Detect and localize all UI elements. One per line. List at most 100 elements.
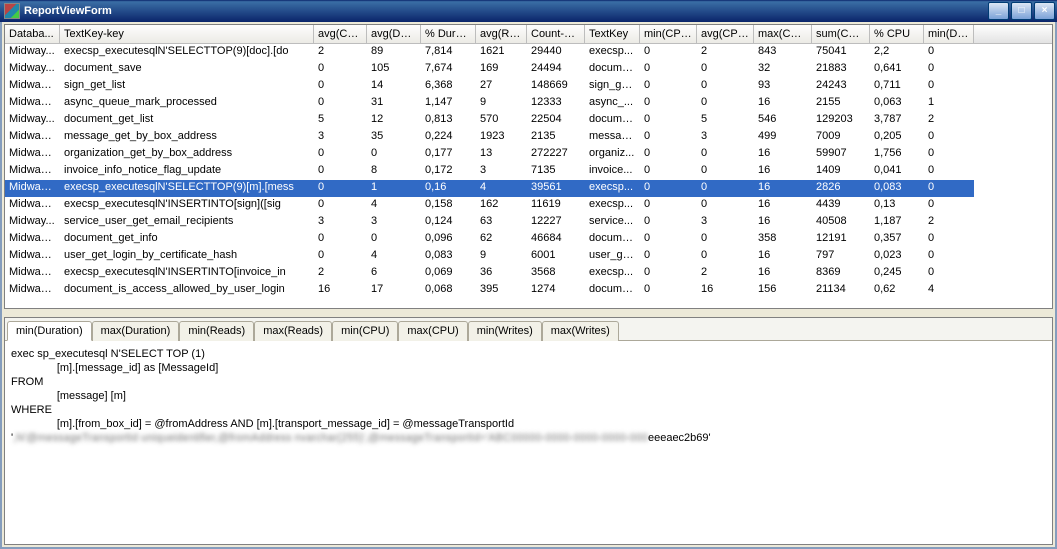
cell: 13 — [476, 146, 527, 163]
cell: 2 — [314, 44, 367, 61]
cell: 0,357 — [870, 231, 924, 248]
table-row[interactable]: MidwayE...async_queue_mark_processed0311… — [5, 95, 1052, 112]
column-header[interactable]: sum(CPU) — [812, 25, 870, 43]
data-grid[interactable]: Databa...TextKey-keyavg(CP...avg(Dur...%… — [4, 24, 1053, 309]
table-row[interactable]: MidwayE...message_get_by_box_address3350… — [5, 129, 1052, 146]
cell: 0 — [697, 163, 754, 180]
table-row[interactable]: MidwayE...user_get_login_by_certificate_… — [5, 248, 1052, 265]
cell: 16 — [754, 248, 812, 265]
column-header[interactable]: Count-key — [527, 25, 585, 43]
table-row[interactable]: MidwayE...execsp_executesqlN'INSERTINTO[… — [5, 197, 1052, 214]
column-header[interactable]: % Durati... — [421, 25, 476, 43]
tab-maxreads[interactable]: max(Reads) — [254, 321, 332, 341]
cell: MidwayE... — [5, 78, 60, 95]
titlebar[interactable]: ReportViewForm _ □ × — [0, 0, 1057, 22]
cell: service... — [585, 214, 640, 231]
cell: 12227 — [527, 214, 585, 231]
column-header[interactable]: TextKey-key — [60, 25, 314, 43]
cell: 3,787 — [870, 112, 924, 129]
column-header[interactable]: avg(CP... — [314, 25, 367, 43]
column-header[interactable]: avg(Re... — [476, 25, 527, 43]
table-row[interactable]: Midway...execsp_executesqlN'SELECTTOP(9)… — [5, 44, 1052, 61]
cell: 32 — [754, 61, 812, 78]
cell: 546 — [754, 112, 812, 129]
cell: 395 — [476, 282, 527, 299]
cell: 16 — [754, 180, 812, 197]
cell: execsp_executesqlN'INSERTINTO[sign]([sig — [60, 197, 314, 214]
column-header[interactable]: max(CPU) — [754, 25, 812, 43]
cell: organiz... — [585, 146, 640, 163]
cell: 0,083 — [870, 180, 924, 197]
cell: 6,368 — [421, 78, 476, 95]
cell: document_get_info — [60, 231, 314, 248]
cell: 105 — [367, 61, 421, 78]
cell: 7,814 — [421, 44, 476, 61]
cell: 21134 — [812, 282, 870, 299]
cell: 1,147 — [421, 95, 476, 112]
cell: 2 — [697, 44, 754, 61]
column-header[interactable]: min(Dur... — [924, 25, 974, 43]
cell: 59907 — [812, 146, 870, 163]
column-header[interactable]: Databa... — [5, 25, 60, 43]
cell: execsp_executesqlN'SELECTTOP(9)[doc].[do — [60, 44, 314, 61]
table-row[interactable]: MidwayE...invoice_info_notice_flag_updat… — [5, 163, 1052, 180]
tab-maxduration[interactable]: max(Duration) — [92, 321, 180, 341]
cell: message_get_by_box_address — [60, 129, 314, 146]
cell: 4 — [476, 180, 527, 197]
tab-maxcpu[interactable]: max(CPU) — [398, 321, 467, 341]
cell: 0 — [640, 265, 697, 282]
cell: execsp_executesqlN'INSERTINTO[invoice_in — [60, 265, 314, 282]
cell: 75041 — [812, 44, 870, 61]
cell: 0,641 — [870, 61, 924, 78]
cell: 7135 — [527, 163, 585, 180]
grid-body[interactable]: Midway...execsp_executesqlN'SELECTTOP(9)… — [5, 44, 1052, 308]
cell: MidwayE... — [5, 265, 60, 282]
table-row[interactable]: Midway...service_user_get_email_recipien… — [5, 214, 1052, 231]
cell: 0,813 — [421, 112, 476, 129]
cell: 0 — [314, 78, 367, 95]
cell: Midway... — [5, 214, 60, 231]
cell: 0 — [640, 197, 697, 214]
cell: execsp_executesqlN'SELECTTOP(9)[m].[mess — [60, 180, 314, 197]
cell: 16 — [314, 282, 367, 299]
sql-text[interactable]: exec sp_executesql N'SELECT TOP (1) [m].… — [5, 341, 1052, 544]
table-row[interactable]: MidwayE...sign_get_list0146,36827148669s… — [5, 78, 1052, 95]
cell: 5 — [697, 112, 754, 129]
cell: 0,083 — [421, 248, 476, 265]
cell: 0,068 — [421, 282, 476, 299]
tab-minduration[interactable]: min(Duration) — [7, 321, 92, 341]
cell: 0 — [640, 214, 697, 231]
cell: 0 — [640, 180, 697, 197]
column-header[interactable]: avg(Dur... — [367, 25, 421, 43]
tab-maxwrites[interactable]: max(Writes) — [542, 321, 619, 341]
cell: 93 — [754, 78, 812, 95]
table-row[interactable]: MidwayE...document_get_info000,096624668… — [5, 231, 1052, 248]
table-row[interactable]: MidwayE...execsp_executesqlN'SELECTTOP(9… — [5, 180, 1052, 197]
cell: 0 — [314, 95, 367, 112]
column-header[interactable]: % CPU — [870, 25, 924, 43]
table-row[interactable]: MidwayE...organization_get_by_box_addres… — [5, 146, 1052, 163]
cell: document_get_list — [60, 112, 314, 129]
cell: 11619 — [527, 197, 585, 214]
cell: 22504 — [527, 112, 585, 129]
table-row[interactable]: MidwayE...document_is_access_allowed_by_… — [5, 282, 1052, 299]
tab-minreads[interactable]: min(Reads) — [179, 321, 254, 341]
close-button[interactable]: × — [1034, 2, 1055, 20]
tab-mincpu[interactable]: min(CPU) — [332, 321, 398, 341]
table-row[interactable]: Midway...document_save01057,67416924494d… — [5, 61, 1052, 78]
tab-minwrites[interactable]: min(Writes) — [468, 321, 542, 341]
table-row[interactable]: MidwayE...execsp_executesqlN'INSERTINTO[… — [5, 265, 1052, 282]
cell: 0,172 — [421, 163, 476, 180]
cell: 63 — [476, 214, 527, 231]
minimize-button[interactable]: _ — [988, 2, 1009, 20]
column-header[interactable]: TextKey — [585, 25, 640, 43]
cell: MidwayE... — [5, 231, 60, 248]
maximize-button[interactable]: □ — [1011, 2, 1032, 20]
cell: docume... — [585, 231, 640, 248]
cell: 4 — [924, 282, 974, 299]
cell: 62 — [476, 231, 527, 248]
cell: 29440 — [527, 44, 585, 61]
column-header[interactable]: min(CPU) — [640, 25, 697, 43]
column-header[interactable]: avg(CPU) — [697, 25, 754, 43]
table-row[interactable]: Midway...document_get_list5120,813570225… — [5, 112, 1052, 129]
